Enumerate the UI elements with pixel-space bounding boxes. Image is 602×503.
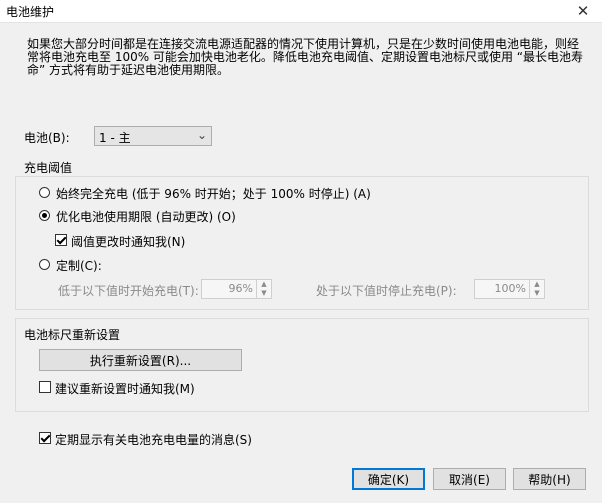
cancel-button[interactable]: 取消(E): [433, 468, 506, 490]
checkbox-notify-change[interactable]: [55, 234, 67, 246]
stop-charge-label: 处于以下值时停止充电(P):: [316, 284, 457, 298]
radio-custom[interactable]: [39, 259, 50, 270]
battery-select-value: 1 - 主: [99, 131, 131, 145]
close-icon[interactable]: ✕: [564, 0, 602, 22]
battery-maintenance-window: 电池维护 ✕ 如果您大部分时间都是在连接交流电源适配器的情况下使用计算机，只是在…: [0, 0, 602, 503]
periodic-message-label[interactable]: 定期显示有关电池充电电量的消息(S): [55, 431, 252, 448]
execute-reset-button[interactable]: 执行重新设置(R)...: [39, 349, 242, 371]
option-optimize-label[interactable]: 优化电池使用期限 (自动更改) (O): [56, 208, 236, 225]
stop-charge-value: 100%: [494, 282, 526, 295]
battery-label: 电池(B):: [24, 131, 70, 145]
description-text: 如果您大部分时间都是在连接交流电源适配器的情况下使用计算机，只是在少数时间使用电…: [27, 37, 583, 77]
chevron-down-icon: ⌄: [196, 128, 207, 142]
start-charge-stepper[interactable]: 96% ▲ ▼: [201, 279, 272, 299]
radio-optimize[interactable]: [39, 210, 50, 221]
battery-select[interactable]: 1 - 主 ⌄: [94, 126, 212, 146]
start-charge-label: 低于以下值时开始充电(T):: [58, 284, 199, 298]
notify-change-label[interactable]: 阈值更改时通知我(N): [71, 233, 185, 250]
title-bar: 电池维护 ✕: [0, 0, 602, 23]
checkbox-periodic-message[interactable]: [39, 432, 51, 444]
gauge-reset-title: 电池标尺重新设置: [24, 328, 121, 342]
stepper-arrows-icon[interactable]: ▲ ▼: [529, 280, 544, 298]
help-button[interactable]: 帮助(H): [513, 468, 586, 490]
stop-charge-stepper[interactable]: 100% ▲ ▼: [474, 279, 545, 299]
ok-button[interactable]: 确定(K): [352, 468, 425, 490]
charge-threshold-title: 充电阈值: [24, 161, 73, 175]
start-charge-value: 96%: [228, 282, 253, 295]
suggest-notify-label[interactable]: 建议重新设置时通知我(M): [55, 380, 195, 397]
radio-full-charge[interactable]: [39, 187, 50, 198]
window-title: 电池维护: [6, 5, 55, 19]
checkbox-suggest-notify[interactable]: [39, 381, 51, 393]
stepper-arrows-icon[interactable]: ▲ ▼: [256, 280, 271, 298]
option-full-charge-label[interactable]: 始终完全充电 (低于 96% 时开始；处于 100% 时停止) (A): [56, 185, 371, 202]
option-custom-label[interactable]: 定制(C):: [56, 257, 102, 274]
